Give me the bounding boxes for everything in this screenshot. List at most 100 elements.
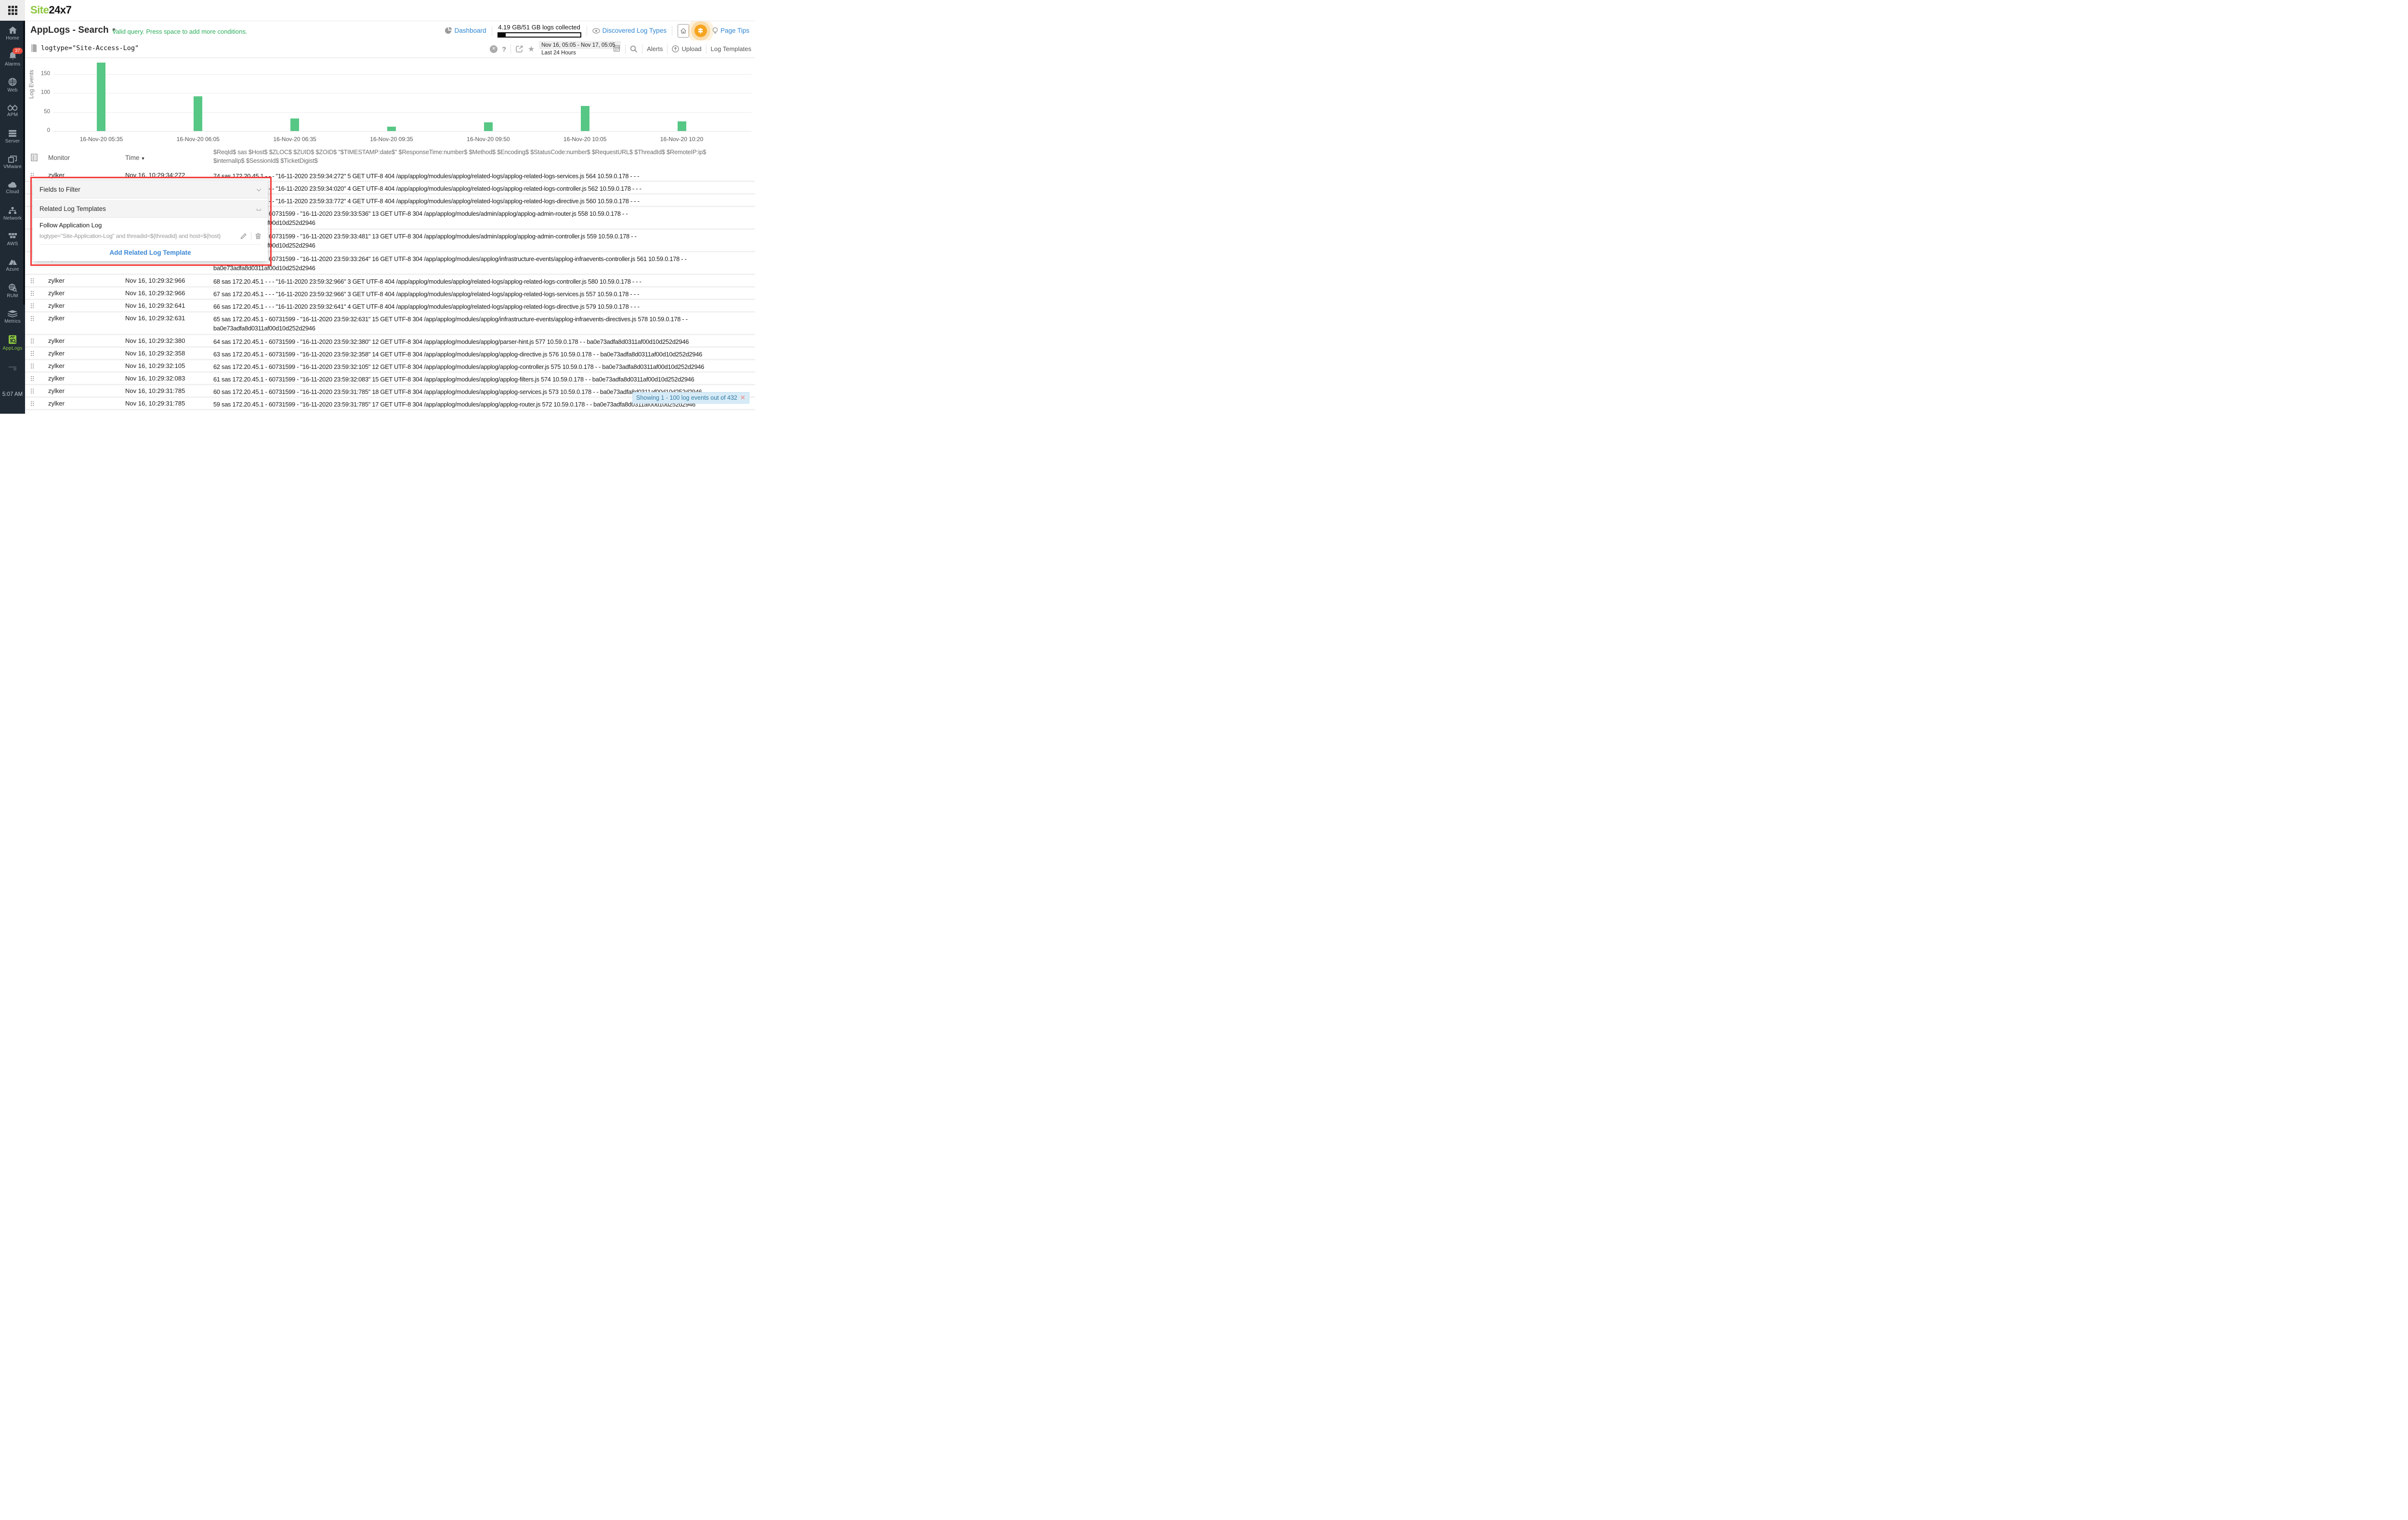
page-tips-link[interactable]: Page Tips [712, 27, 749, 35]
row-drag-handle-icon[interactable] [31, 316, 34, 321]
x-axis-tick: 16-Nov-20 05:35 [80, 136, 123, 143]
column-header-time[interactable]: Time▼ [125, 154, 145, 161]
chart-bar[interactable] [678, 121, 686, 131]
x-axis-tick: 16-Nov-20 10:05 [563, 136, 606, 143]
search-icon[interactable] [630, 45, 638, 53]
column-settings-icon[interactable] [31, 154, 38, 161]
x-axis-tick: 16-Nov-20 09:35 [370, 136, 413, 143]
search-query-input[interactable]: logtype="Site-Access-Log" [41, 44, 139, 52]
guided-tour-button[interactable] [694, 25, 707, 37]
row-message: 61 sas 172.20.45.1 - 60731599 - "16-11-2… [213, 375, 748, 384]
sidebar-item-label: Cloud [6, 189, 19, 195]
gridline [53, 112, 751, 113]
row-drag-handle-icon[interactable] [31, 376, 34, 381]
chart-bar[interactable] [387, 127, 396, 131]
table-row[interactable]: zylkerNov 16, 10:29:32:38064 sas 172.20.… [25, 335, 755, 348]
sidebar-item-applogs[interactable]: AppLogs [0, 330, 25, 356]
table-row[interactable]: zylkerNov 16, 10:29:32:10562 sas 172.20.… [25, 360, 755, 373]
share-export-icon[interactable] [515, 45, 523, 53]
sidebar-item-apm[interactable]: APM [0, 98, 25, 124]
help-icon[interactable]: ? [502, 45, 506, 53]
close-icon[interactable]: ✕ [740, 394, 746, 402]
row-time: Nov 16, 10:29:32:631 [125, 314, 185, 322]
sidebar-item-web[interactable]: Web [0, 72, 25, 98]
home-view-button[interactable] [678, 24, 689, 38]
row-drag-handle-icon[interactable] [31, 173, 34, 178]
row-drag-handle-icon[interactable] [31, 389, 34, 393]
row-drag-handle-icon[interactable] [31, 303, 34, 308]
upload-button[interactable]: Upload [672, 45, 701, 52]
alarm-count-badge: 37 [13, 48, 23, 54]
chevron-down-icon: ⌵ [257, 186, 261, 193]
table-row[interactable]: zylkerNov 16, 10:29:32:96667 sas 172.20.… [25, 288, 755, 300]
pie-chart-icon [445, 27, 452, 34]
log-templates-button[interactable]: Log Templates [711, 45, 751, 52]
sidebar-item-label: Home [6, 36, 19, 41]
date-range-picker[interactable]: Nov 16, 05:05 - Nov 17, 05:05 Last 24 Ho… [539, 41, 621, 57]
row-time: Nov 16, 10:29:32:966 [125, 289, 185, 297]
related-log-templates-section[interactable]: Related Log Templates⌴ [33, 200, 268, 218]
sidebar-item-server[interactable]: Server [0, 124, 25, 150]
row-monitor: zylker [48, 400, 65, 407]
row-drag-handle-icon[interactable] [31, 401, 34, 406]
row-drag-handle-icon[interactable] [31, 364, 34, 368]
page-title[interactable]: AppLogs - Search▼ [30, 25, 116, 36]
sidebar-item-alarms[interactable]: Alarms37 [0, 47, 25, 73]
discovered-log-types-link[interactable]: Discovered Log Types [592, 27, 667, 34]
sidebar-item-cloud[interactable]: Cloud [0, 175, 25, 201]
sidebar-item-network[interactable]: Network [0, 201, 25, 227]
divider [625, 44, 626, 54]
saved-query-icon[interactable] [30, 44, 37, 52]
app-launcher-button[interactable] [0, 0, 25, 21]
dashboard-link[interactable]: Dashboard [445, 27, 486, 34]
table-row[interactable]: zylkerNov 16, 10:29:32:64166 sas 172.20.… [25, 300, 755, 313]
x-axis-tick: 16-Nov-20 06:05 [177, 136, 220, 143]
sidebar-item-label: APM [7, 112, 18, 118]
sidebar-item-label: AppLogs [3, 346, 23, 351]
table-row[interactable]: zylkerNov 16, 10:29:32:96668 sas 172.20.… [25, 275, 755, 288]
y-axis-tick: 50 [33, 109, 50, 115]
sidebar-item-metrics[interactable]: Metrics [0, 304, 25, 330]
row-drag-handle-icon[interactable] [31, 351, 34, 356]
edit-icon[interactable] [240, 233, 247, 239]
chart-bar[interactable] [581, 106, 589, 131]
add-related-log-template-link[interactable]: Add Related Log Template [39, 244, 261, 261]
sidebar-item-azure[interactable]: Azure [0, 253, 25, 279]
sidebar-item-more[interactable] [0, 356, 25, 382]
chart-bar[interactable] [484, 122, 493, 131]
table-row[interactable]: zylkerNov 16, 10:29:32:08361 sas 172.20.… [25, 373, 755, 385]
row-monitor: zylker [48, 302, 65, 309]
sidebar-clock: 5:07 AM [0, 392, 25, 397]
sidebar-item-aws[interactable]: AWS [0, 227, 25, 253]
clear-query-icon[interactable]: ✕ [490, 45, 497, 53]
chart-bar[interactable] [290, 118, 299, 131]
row-message: 74 sas 172.20.45.1 - - - "16-11-2020 23:… [213, 171, 748, 181]
chart-bar[interactable] [97, 63, 105, 131]
table-row[interactable]: zylkerNov 16, 10:29:32:35863 sas 172.20.… [25, 348, 755, 360]
y-axis-tick: 0 [33, 128, 50, 133]
row-time: Nov 16, 10:29:34:272 [125, 171, 185, 179]
alerts-button[interactable]: Alerts [647, 45, 663, 52]
sidebar-item-label: VMware [3, 164, 22, 170]
sidebar-item-label: Web [8, 88, 18, 93]
row-drag-handle-icon[interactable] [31, 291, 34, 296]
sidebar-item-rum[interactable]: RUM [0, 278, 25, 304]
row-drag-handle-icon[interactable] [31, 278, 34, 283]
table-row[interactable]: zylkerNov 16, 10:29:32:63165 sas 172.20.… [25, 313, 755, 335]
delete-icon[interactable] [255, 233, 261, 239]
row-drag-handle-icon[interactable] [31, 339, 34, 343]
fields-to-filter-section[interactable]: Fields to Filter⌵ [33, 181, 268, 198]
column-header-fields[interactable]: $ReqId$ sas $Host$ $ZLOC$ $ZUID$ $ZOID$ … [213, 148, 748, 165]
calendar-icon [614, 45, 620, 52]
row-message: 73 sas 172.20.45.1 - - - "16-11-2020 23:… [213, 184, 748, 193]
sidebar-item-vmware[interactable]: VMware [0, 150, 25, 176]
sidebar-item-home[interactable]: Home [0, 21, 25, 47]
grid-icon [8, 6, 17, 15]
row-message: 64 sas 172.20.45.1 - 60731599 - "16-11-2… [213, 337, 748, 346]
column-header-monitor[interactable]: Monitor [48, 154, 70, 161]
chart-bar[interactable] [194, 96, 202, 131]
divider [510, 44, 511, 54]
favorite-star-icon[interactable]: ★ [528, 44, 535, 54]
aws-icon [8, 233, 17, 240]
y-axis-tick: 100 [33, 90, 50, 95]
